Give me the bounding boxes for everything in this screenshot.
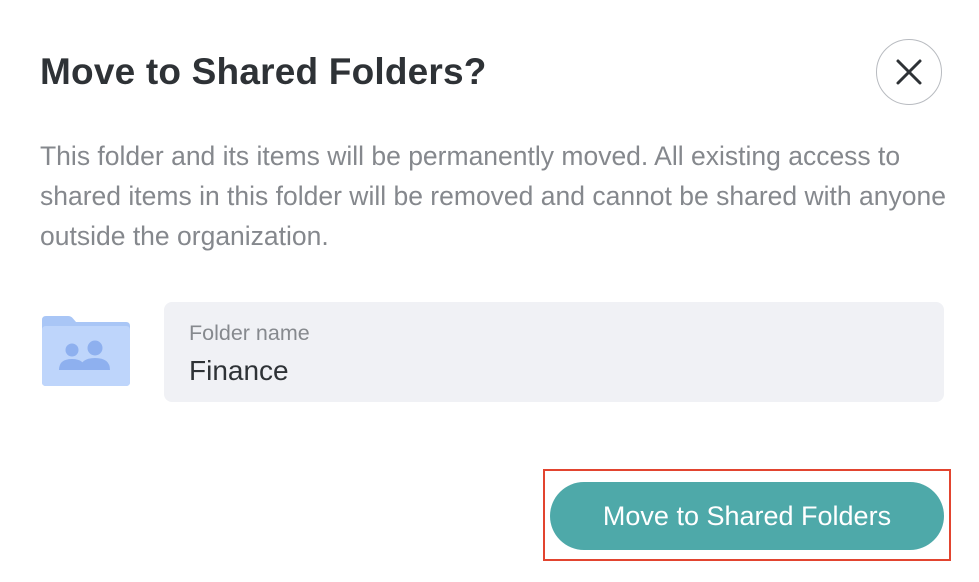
folder-name-label: Folder name [189,321,310,345]
folder-name-field[interactable]: Folder name Finance [164,302,944,402]
move-to-shared-folders-dialog: Move to Shared Folders? This folder and … [0,0,979,582]
folder-name-value[interactable]: Finance [189,354,289,388]
close-button[interactable] [876,39,942,105]
shared-folder-icon [40,314,132,388]
move-to-shared-folders-button[interactable]: Move to Shared Folders [550,482,944,550]
dialog-title: Move to Shared Folders? [40,51,487,92]
dialog-description: This folder and its items will be perman… [40,141,946,251]
close-icon [895,58,923,86]
